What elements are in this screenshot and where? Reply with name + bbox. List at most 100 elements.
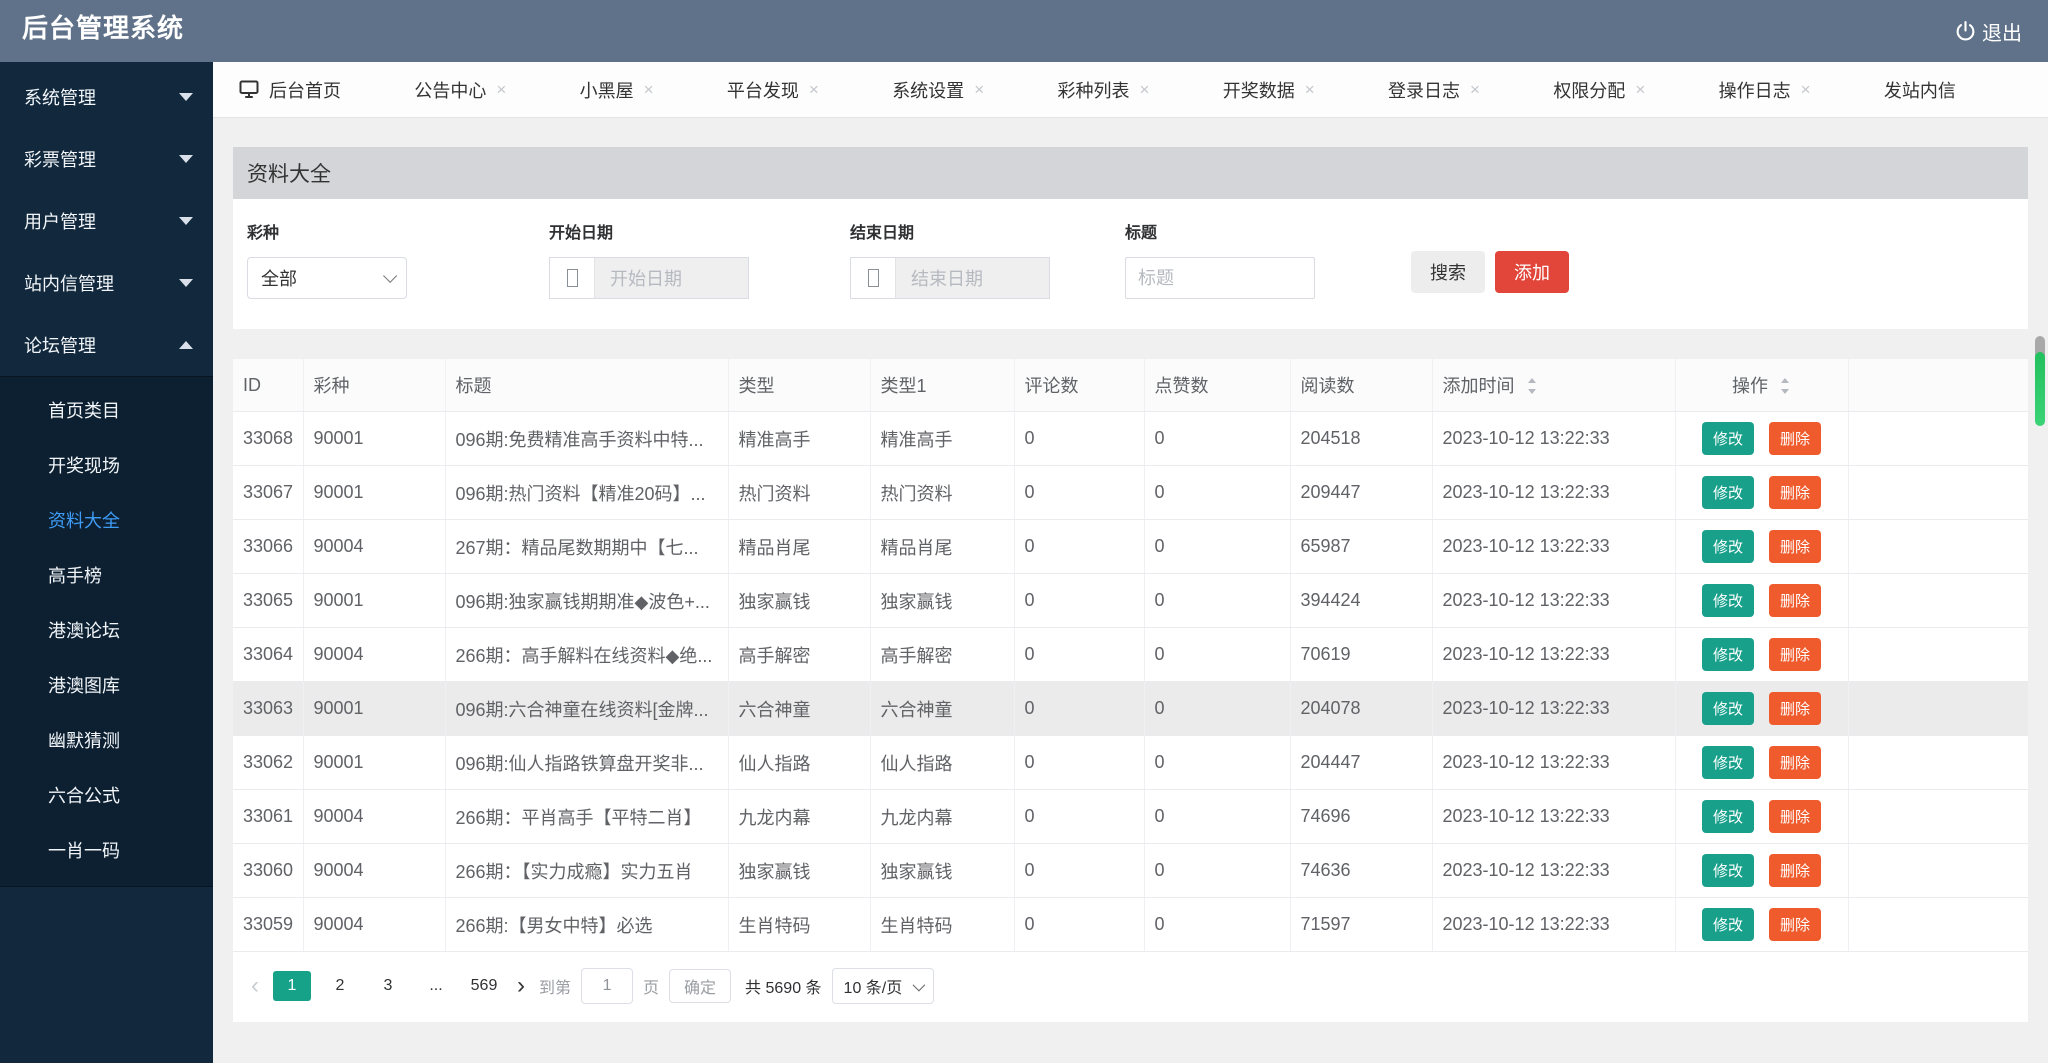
- delete-button[interactable]: 删除: [1769, 800, 1821, 833]
- title-input[interactable]: [1125, 257, 1315, 299]
- goto-label: 到第: [539, 974, 571, 998]
- sidebar-subitem[interactable]: 首页类目: [0, 384, 213, 439]
- delete-button[interactable]: 删除: [1769, 476, 1821, 509]
- delete-button[interactable]: 删除: [1769, 422, 1821, 455]
- cell-type1: 独家赢钱: [870, 574, 1014, 628]
- end-date-input[interactable]: 结束日期: [850, 257, 1050, 299]
- scrollbar-thumb[interactable]: [2035, 352, 2045, 426]
- tab[interactable]: 后台首页: [239, 77, 341, 103]
- cell-time: 2023-10-12 13:22:33: [1432, 898, 1675, 952]
- delete-button[interactable]: 删除: [1769, 746, 1821, 779]
- field-lottery: 彩种 全部: [247, 219, 549, 299]
- goto-page-input[interactable]: [581, 968, 633, 1004]
- page-button[interactable]: 569: [465, 971, 503, 1001]
- cell-filler: [1848, 736, 2028, 790]
- sidebar-subitem[interactable]: 资料大全: [0, 494, 213, 549]
- edit-button[interactable]: 修改: [1702, 422, 1754, 455]
- cell-filler: [1848, 412, 2028, 466]
- sidebar-subitem[interactable]: 港澳论坛: [0, 604, 213, 659]
- sidebar-item-label: 彩票管理: [24, 146, 96, 172]
- tab[interactable]: 开奖数据 ×: [1223, 77, 1315, 103]
- tab[interactable]: 彩种列表 ×: [1057, 77, 1149, 103]
- tab[interactable]: 登录日志 ×: [1388, 77, 1480, 103]
- edit-button[interactable]: 修改: [1702, 692, 1754, 725]
- edit-button[interactable]: 修改: [1702, 476, 1754, 509]
- sidebar-subitem[interactable]: 高手榜: [0, 549, 213, 604]
- sort-icon[interactable]: [1526, 376, 1538, 396]
- delete-button[interactable]: 删除: [1769, 908, 1821, 941]
- tab[interactable]: 公告中心 ×: [414, 77, 506, 103]
- sidebar-item[interactable]: 站内信管理: [0, 252, 213, 314]
- sidebar-item[interactable]: 论坛管理: [0, 314, 213, 376]
- cell-likes: 0: [1144, 736, 1290, 790]
- edit-button[interactable]: 修改: [1702, 584, 1754, 617]
- delete-button[interactable]: 删除: [1769, 854, 1821, 887]
- delete-button[interactable]: 删除: [1769, 530, 1821, 563]
- cell-type: 仙人指路: [728, 736, 870, 790]
- cell-comments: 0: [1014, 628, 1144, 682]
- cell-reads: 394424: [1290, 574, 1432, 628]
- page-size-select[interactable]: 10 条/页: [832, 968, 935, 1004]
- start-date-input[interactable]: 开始日期: [549, 257, 749, 299]
- close-icon[interactable]: ×: [1635, 81, 1645, 98]
- close-icon[interactable]: ×: [644, 81, 654, 98]
- tab[interactable]: 平台发现 ×: [727, 77, 819, 103]
- edit-button[interactable]: 修改: [1702, 854, 1754, 887]
- cell-actions: 修改 删除: [1675, 844, 1848, 898]
- tab-label: 登录日志: [1388, 77, 1460, 103]
- sidebar-subitem[interactable]: 开奖现场: [0, 439, 213, 494]
- sidebar-item-label: 系统管理: [24, 84, 96, 110]
- logout-button[interactable]: 退出: [1954, 17, 2022, 46]
- sort-icon[interactable]: [1779, 376, 1791, 396]
- table-row: 33061 90004 266期：平肖高手【平特二肖】 九龙内幕 九龙内幕 0 …: [233, 790, 2028, 844]
- edit-button[interactable]: 修改: [1702, 638, 1754, 671]
- add-button[interactable]: 添加: [1495, 251, 1569, 293]
- tab[interactable]: 发站内信: [1884, 77, 1956, 103]
- search-button[interactable]: 搜索: [1411, 251, 1485, 293]
- tab[interactable]: 系统设置 ×: [892, 77, 984, 103]
- cell-comments: 0: [1014, 466, 1144, 520]
- sidebar-subitem-label: 资料大全: [48, 511, 120, 531]
- sidebar-item[interactable]: 系统管理: [0, 66, 213, 128]
- tab[interactable]: 操作日志 ×: [1719, 77, 1811, 103]
- page-button[interactable]: 1: [273, 971, 311, 1001]
- close-icon[interactable]: ×: [1139, 81, 1149, 98]
- edit-button[interactable]: 修改: [1702, 800, 1754, 833]
- close-icon[interactable]: ×: [974, 81, 984, 98]
- calendar-icon: [851, 258, 896, 298]
- table-header-row: ID 彩种 标题: [233, 359, 2028, 412]
- lottery-select[interactable]: 全部: [247, 257, 407, 299]
- page-button[interactable]: 2: [321, 971, 359, 1001]
- close-icon[interactable]: ×: [1305, 81, 1315, 98]
- cell-title: 096期:独家赢钱期期准◆波色+...: [445, 574, 728, 628]
- tab[interactable]: 小黑屋 ×: [580, 77, 654, 103]
- prev-page-button[interactable]: ‹: [247, 974, 263, 998]
- cell-type1: 独家赢钱: [870, 844, 1014, 898]
- close-icon[interactable]: ×: [1801, 81, 1811, 98]
- next-page-button[interactable]: ›: [513, 974, 529, 998]
- cell-comments: 0: [1014, 898, 1144, 952]
- close-icon[interactable]: ×: [809, 81, 819, 98]
- tab[interactable]: 权限分配 ×: [1553, 77, 1645, 103]
- app-title: 后台管理系统: [22, 8, 184, 45]
- confirm-button[interactable]: 确定: [669, 969, 731, 1003]
- lottery-label: 彩种: [247, 219, 549, 243]
- close-icon[interactable]: ×: [1470, 81, 1480, 98]
- page-button[interactable]: ...: [417, 971, 455, 1001]
- page-button[interactable]: 3: [369, 971, 407, 1001]
- delete-button[interactable]: 删除: [1769, 638, 1821, 671]
- delete-button[interactable]: 删除: [1769, 584, 1821, 617]
- sidebar-subitem[interactable]: 幽默猜测: [0, 714, 213, 769]
- sidebar-item[interactable]: 用户管理: [0, 190, 213, 252]
- delete-button[interactable]: 删除: [1769, 692, 1821, 725]
- edit-button[interactable]: 修改: [1702, 530, 1754, 563]
- sidebar-subitem[interactable]: 港澳图库: [0, 659, 213, 714]
- page-size-value: 10 条/页: [844, 974, 903, 998]
- edit-button[interactable]: 修改: [1702, 908, 1754, 941]
- sidebar-item[interactable]: 彩票管理: [0, 128, 213, 190]
- cell-id: 33066: [233, 520, 303, 574]
- edit-button[interactable]: 修改: [1702, 746, 1754, 779]
- sidebar-subitem[interactable]: 一肖一码: [0, 824, 213, 879]
- close-icon[interactable]: ×: [496, 81, 506, 98]
- sidebar-subitem[interactable]: 六合公式: [0, 769, 213, 824]
